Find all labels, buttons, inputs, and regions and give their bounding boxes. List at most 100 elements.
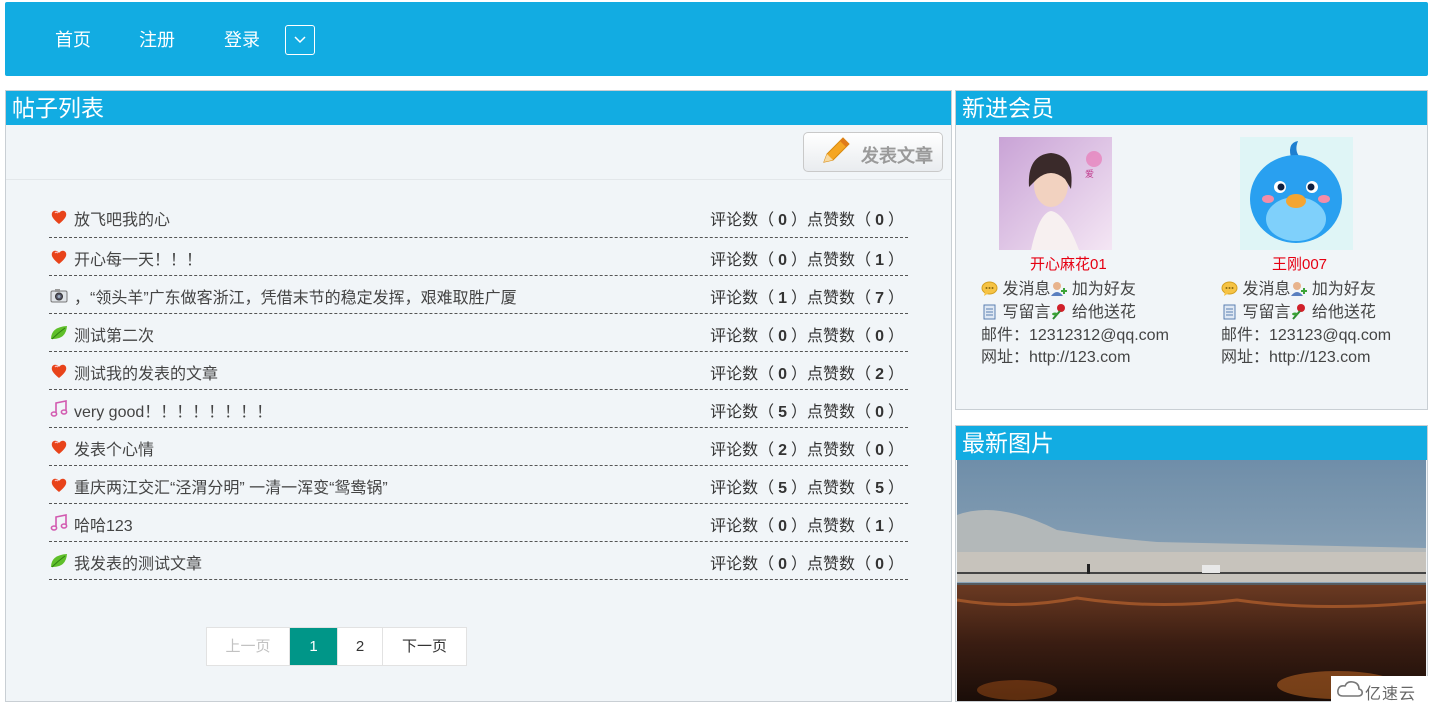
post-title-link[interactable]: 测试第二次 [74,322,154,346]
post-title-link[interactable]: 我发表的测试文章 [74,550,202,574]
post-title-link[interactable]: 哈哈123 [74,512,133,536]
like-count-label: 点赞数 [807,290,856,307]
comment-count: 0 [778,556,788,573]
new-post-button-label: 发表文章 [861,146,933,166]
post-title-link[interactable]: very good！！！！！！！！ [74,398,272,422]
comment-count: 5 [778,404,788,421]
post-title-link[interactable]: 测试我的发表的文章 [74,360,218,384]
member-email: 邮件：123123@qq.com [1221,327,1392,344]
like-count: 7 [875,290,884,307]
member-name[interactable]: 开心麻花01 [1030,253,1107,274]
like-count: 2 [875,366,884,383]
comment-count-label: 评论数 [710,290,759,307]
comment-count: 0 [778,366,788,383]
comment-count-label: 评论数 [710,442,759,459]
member-name[interactable]: 王刚007 [1272,253,1327,274]
new-post-button[interactable]: 发表文章 [803,132,943,172]
member-avatar[interactable] [1240,137,1353,250]
add-friend-icon [1291,282,1308,296]
pencil-icon [823,137,850,163]
post-stats: 评论数（ 0 ）点赞数（ 1） [710,518,904,535]
toolbar-divider [6,179,951,180]
member-avatar[interactable]: 爱 [999,137,1112,250]
post-title-link[interactable]: 发表个心情 [74,436,154,460]
like-count-label: 点赞数 [807,328,856,345]
add-friend-link[interactable]: 加为好友 [1312,281,1376,298]
post-title-link[interactable]: ，“领头羊”广东做客浙江，凭借末节的稳定发挥，艰难取胜广厦 [74,284,517,308]
pagination-page-2[interactable]: 2 [338,628,383,665]
post-list-item: very good！！！！！！！！ 评论数（ 5 ）点赞数（ 0） [49,390,908,428]
pagination-next[interactable]: 下一页 [383,628,466,665]
post-stats: 评论数（ 0 ）点赞数（ 1） [710,252,904,269]
member-actions-row-2: 写留言 给他送花 [1221,298,1376,322]
send-message-link[interactable]: 发消息 [1002,281,1050,298]
watermark: 亿速云 [1331,676,1440,704]
watermark-text: 亿速云 [1365,686,1417,703]
leaf-icon [51,326,67,340]
member-actions-row: 发消息 加为好友 [981,275,1136,299]
send-flower-link[interactable]: 给他送花 [1312,304,1376,321]
camera-icon [50,289,68,303]
latest-photos-panel: 最新图片 [955,425,1428,702]
like-count-label: 点赞数 [807,404,856,421]
member-website[interactable]: 网址：http://123.com [981,343,1130,367]
nav-dropdown-toggle[interactable] [285,25,315,55]
like-count-label: 点赞数 [807,518,856,535]
comment-count-label: 评论数 [710,480,759,497]
nav-login-link[interactable]: 登录 [224,28,260,52]
like-count-label: 点赞数 [807,442,856,459]
members-panel-title: 新进会员 [956,91,1427,125]
comment-count-label: 评论数 [710,404,759,421]
write-guestbook-link[interactable]: 写留言 [1002,304,1050,321]
post-stats: 评论数（ 5 ）点赞数（ 5） [710,480,904,497]
chat-bubble-icon [1221,281,1238,296]
add-friend-link[interactable]: 加为好友 [1072,281,1136,298]
latest-photo[interactable] [957,460,1426,701]
post-title-link[interactable]: 开心每一天！！！ [74,246,202,270]
chat-bubble-icon [981,281,998,296]
like-count: 0 [875,328,884,345]
comment-count-label: 评论数 [710,366,759,383]
post-title-link[interactable]: 放飞吧我的心 [74,206,170,230]
notepad-icon [983,304,996,320]
comment-count: 0 [778,252,788,269]
write-guestbook-link[interactable]: 写留言 [1242,304,1290,321]
new-members-panel: 新进会员 爱 开心麻花01 发消息 加为好友 写留言 给他送花 邮件：12312… [955,90,1428,410]
post-list-item: 测试我的发表的文章 评论数（ 0 ）点赞数（ 2） [49,352,908,390]
comment-count: 1 [778,290,788,307]
pagination-page-1[interactable]: 1 [290,628,338,665]
heart-icon [51,440,67,454]
comment-count: 0 [778,518,788,535]
post-list-item: 开心每一天！！！ 评论数（ 0 ）点赞数（ 1） [49,238,908,276]
nav-register-link[interactable]: 注册 [139,28,175,52]
like-count: 1 [875,518,884,535]
post-list-item: 重庆两江交汇“泾渭分明” 一清一浑变“鸳鸯锅” 评论数（ 5 ）点赞数（ 5） [49,466,908,504]
posts-panel-title: 帖子列表 [6,91,951,125]
heart-icon [51,364,67,378]
member-website[interactable]: 网址：http://123.com [1221,343,1370,367]
comment-count-label: 评论数 [710,212,759,229]
like-count: 0 [875,212,884,229]
send-message-link[interactable]: 发消息 [1242,281,1290,298]
add-friend-icon [1051,282,1068,296]
music-note-icon [50,514,68,531]
post-list-item: 测试第二次 评论数（ 0 ）点赞数（ 0） [49,314,908,352]
send-flower-link[interactable]: 给他送花 [1072,304,1136,321]
post-list-item: 我发表的测试文章 评论数（ 0 ）点赞数（ 0） [49,542,908,580]
like-count-label: 点赞数 [807,480,856,497]
post-stats: 评论数（ 0 ）点赞数（ 0） [710,212,904,229]
nav-home-link[interactable]: 首页 [55,28,91,52]
post-title-link[interactable]: 重庆两江交汇“泾渭分明” 一清一浑变“鸳鸯锅” [74,474,388,498]
chevron-down-icon [294,36,306,44]
pagination-prev: 上一页 [207,628,290,665]
posts-panel: 帖子列表 发表文章 放飞吧我的心 评论数（ 0 ）点赞数（ 0）开心每一天！！！ 评论数（… [5,90,952,702]
heart-icon [51,478,67,492]
photos-panel-title: 最新图片 [956,426,1427,460]
heart-icon [51,250,67,264]
like-count: 5 [875,480,884,497]
rose-icon [1292,304,1306,320]
post-stats: 评论数（ 0 ）点赞数（ 0） [710,556,904,573]
post-list-item: 放飞吧我的心 评论数（ 0 ）点赞数（ 0） [49,198,908,238]
member-actions-row-2: 写留言 给他送花 [981,298,1136,322]
comment-count: 0 [778,328,788,345]
